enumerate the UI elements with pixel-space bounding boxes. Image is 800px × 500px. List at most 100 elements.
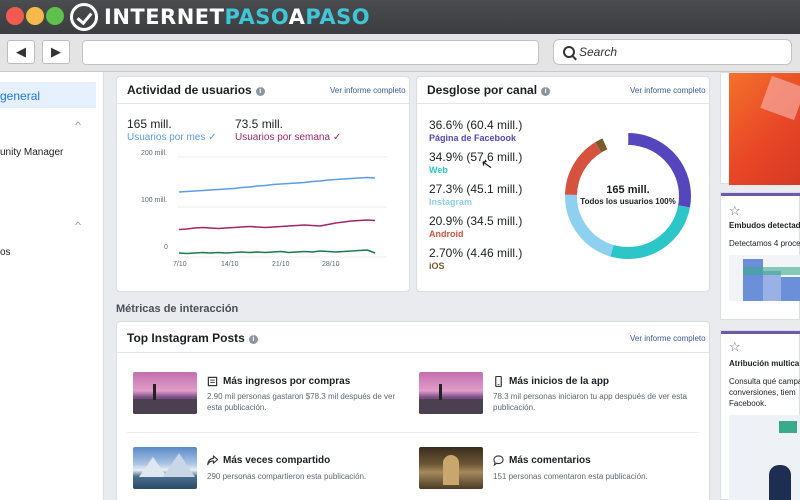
- minimize-window-button[interactable]: [26, 7, 44, 25]
- divider: [417, 103, 709, 104]
- post-thumbnail[interactable]: [133, 372, 197, 414]
- post-description: 78.3 mil personas iniciaron tu app despu…: [493, 392, 687, 412]
- x-tick-label: 21/10: [272, 261, 290, 268]
- channel-name: Android: [429, 229, 464, 239]
- attribution-card: ☆ Atribución multica Consulta qué campa …: [720, 330, 800, 500]
- post-thumbnail[interactable]: [419, 372, 483, 414]
- back-arrow-icon: ◀: [16, 44, 26, 59]
- illustration-chart: [779, 421, 797, 433]
- series-line[interactable]: [178, 176, 376, 193]
- monthly-users-value: 165 mill.: [127, 117, 172, 131]
- y-tick-label: 200 mill.: [141, 150, 168, 157]
- brand-part3: A: [288, 5, 306, 29]
- brand-part4: PASO: [305, 5, 371, 29]
- interaction-section-title: Métricas de interacción: [116, 303, 239, 315]
- post-title: Más ingresos por compras: [223, 376, 351, 387]
- post-description: 2.90 mil personas gastaron $78.3 mil des…: [207, 392, 396, 412]
- report-link[interactable]: Ver informe completo: [630, 86, 706, 95]
- post-thumbnail[interactable]: [419, 447, 483, 489]
- funnel-overlay: [743, 267, 800, 275]
- funnels-description: Detectamos 4 proce: [729, 239, 800, 248]
- channel-name: Página de Facebook: [429, 133, 517, 143]
- activity-line-chart: [177, 156, 387, 258]
- back-button[interactable]: ◀: [7, 40, 35, 64]
- sidebar-item-os[interactable]: os: [0, 247, 11, 258]
- sidebar-item-community-manager[interactable]: unity Manager: [0, 147, 63, 158]
- weekly-users-label[interactable]: Usuarios por semana ✓: [235, 132, 341, 143]
- channel-value: 20.9% (34.5 mill.): [429, 214, 523, 228]
- maximize-window-button[interactable]: [46, 7, 64, 25]
- channel-value: 27.3% (45.1 mill.): [429, 182, 523, 196]
- channel-breakdown-card: Desglose por canal i Ver informe completo…: [416, 76, 710, 292]
- attribution-illustration: [729, 415, 800, 500]
- forward-arrow-icon: ▶: [51, 44, 61, 59]
- sidebar-item-label: os: [0, 247, 11, 258]
- top-posts-card: Top Instagram Posts i Ver informe complet…: [116, 321, 710, 500]
- info-icon[interactable]: i: [255, 87, 265, 96]
- search-icon: [563, 46, 575, 58]
- y-tick-label: 0: [164, 244, 168, 251]
- card-title: Desglose por canal i: [427, 83, 551, 97]
- sidebar-item-label: unity Manager: [0, 147, 64, 158]
- address-bar[interactable]: [82, 40, 539, 65]
- report-link[interactable]: Ver informe completo: [630, 334, 706, 343]
- series-line[interactable]: [178, 219, 376, 231]
- funnels-card: ☆ Embudos detectad Detectamos 4 proce: [720, 192, 800, 320]
- post-title: Más veces compartido: [223, 455, 331, 466]
- post-description: 290 personas compartieron esta publicaci…: [207, 472, 367, 481]
- x-tick-label: 14/10: [221, 261, 239, 268]
- sidebar-item-label: general: [0, 89, 41, 103]
- card-title: Top Instagram Posts i: [127, 331, 258, 345]
- comment-icon: [493, 455, 504, 466]
- info-icon[interactable]: i: [541, 87, 551, 96]
- attribution-description: conversiones, tiem: [729, 388, 796, 397]
- star-icon[interactable]: ☆: [729, 339, 741, 355]
- funnels-title: Embudos detectad: [729, 221, 800, 230]
- activity-card: Actividad de usuarios i Ver informe compl…: [116, 76, 410, 292]
- brand-part1: INTERNET: [104, 5, 225, 29]
- donut-center-value: 165 mill.: [606, 184, 650, 196]
- window-titlebar: INTERNETPASOAPASO: [0, 0, 800, 34]
- info-icon[interactable]: i: [248, 335, 258, 344]
- attribution-title: Atribución multica: [729, 359, 800, 368]
- card-accent-bar: [721, 193, 800, 196]
- donut-center-label: Todos los usuarios 100%: [580, 197, 676, 206]
- brand-logo: INTERNETPASOAPASO: [70, 2, 370, 32]
- post-thumbnail[interactable]: [133, 447, 197, 489]
- attribution-description: Facebook.: [729, 399, 767, 408]
- channel-name: Instagram: [429, 197, 473, 207]
- funnel-bar: [781, 277, 800, 301]
- funnel-chart: [729, 255, 800, 301]
- post-title: Más comentarios: [509, 455, 591, 466]
- promo-image-card[interactable]: [720, 72, 800, 185]
- checkmark-logo-icon: [70, 3, 98, 31]
- post-description: 151 personas comentaron esta publicación…: [493, 472, 648, 481]
- chevron-up-icon[interactable]: ^: [75, 220, 81, 230]
- donut-center: 165 mill. Todos los usuarios 100%: [568, 184, 688, 206]
- channel-value: 36.6% (60.4 mill.): [429, 118, 523, 132]
- attribution-description: Consulta qué campa: [729, 377, 800, 386]
- left-sidebar: general ^ unity Manager ^ os: [0, 72, 104, 500]
- close-window-button[interactable]: [6, 7, 24, 25]
- card-title: Actividad de usuarios i: [127, 83, 265, 97]
- monthly-users-label[interactable]: Usuarios por mes ✓: [127, 132, 217, 143]
- series-line[interactable]: [178, 249, 376, 255]
- y-tick-label: 100 mill.: [141, 197, 168, 204]
- star-icon[interactable]: ☆: [729, 203, 741, 219]
- brand-part2: PASO: [224, 5, 289, 29]
- share-icon: [207, 455, 218, 466]
- divider: [117, 352, 709, 353]
- sidebar-item-general[interactable]: general: [0, 82, 96, 108]
- receipt-icon: [207, 376, 218, 387]
- brand-wordmark: INTERNETPASOAPASO: [104, 5, 370, 29]
- report-link[interactable]: Ver informe completo: [330, 86, 406, 95]
- card-accent-bar: [721, 331, 800, 334]
- funnel-bar: [763, 271, 781, 301]
- forward-button[interactable]: ▶: [42, 40, 70, 64]
- weekly-users-value: 73.5 mill.: [235, 117, 284, 131]
- channel-value: 2.70% (4.46 mill.): [429, 246, 523, 260]
- chevron-up-icon[interactable]: ^: [75, 120, 81, 130]
- channel-name: Web: [429, 165, 448, 175]
- divider: [117, 103, 409, 104]
- search-input[interactable]: Search: [553, 39, 792, 65]
